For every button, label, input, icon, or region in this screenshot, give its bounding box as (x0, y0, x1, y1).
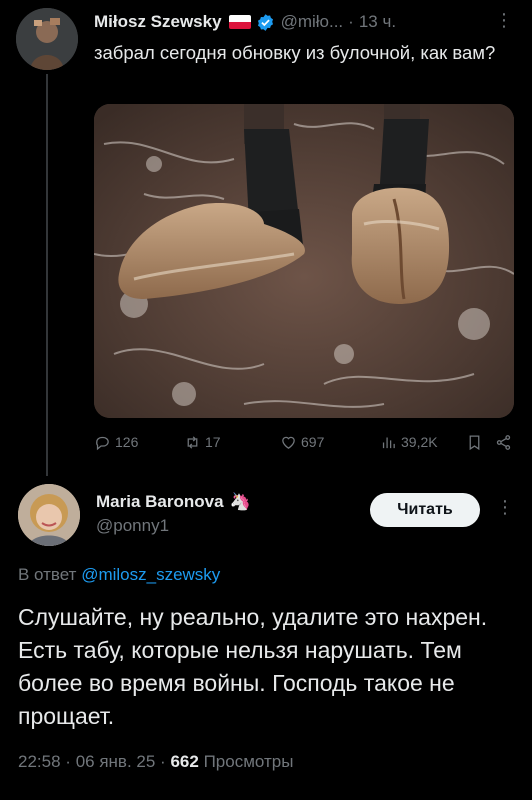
polish-flag-icon (228, 15, 251, 29)
retweet-count: 17 (205, 434, 221, 450)
replying-to-line: В ответ @milosz_szewsky (18, 565, 220, 585)
reply-more-options-icon[interactable]: ⋮ (496, 497, 514, 518)
reply-icon (96, 436, 109, 450)
meta-separator-2: · (160, 752, 166, 771)
reply-views-count: 662 (170, 752, 199, 771)
reply-time[interactable]: 22:58 (18, 752, 61, 771)
views-count: 39,2K (401, 434, 438, 450)
tweet-detail-page: Miłosz Szewsky @miło... · 13 ч. ⋮ забрал… (0, 0, 532, 800)
like-action[interactable]: 697 (280, 434, 350, 451)
tweet-text: забрал сегодня обновку из булочной, как … (94, 42, 496, 63)
unicorn-icon: 🦄 (229, 492, 251, 511)
reply-views-label: Просмотры (203, 752, 294, 771)
replying-to-label: В ответ (18, 565, 77, 584)
reply-count: 126 (115, 434, 139, 450)
share-action[interactable] (495, 434, 512, 451)
tweet-actions-bar: 126 17 697 39,2K (94, 430, 516, 454)
replying-to-mention[interactable]: @milosz_szewsky (81, 565, 220, 584)
author-avatar[interactable] (16, 8, 78, 70)
bookmark-icon (469, 434, 480, 450)
retweet-icon (187, 435, 198, 449)
reply-action[interactable]: 126 (94, 434, 160, 451)
verified-badge-icon (257, 13, 273, 31)
share-icon (496, 434, 511, 450)
reply-author-handle[interactable]: @ponny1 (96, 516, 169, 536)
meta-separator-1: · (65, 752, 71, 771)
views-action[interactable]: 39,2K (380, 434, 460, 451)
reply-meta: 22:58 · 06 янв. 25 · 662 Просмотры (18, 752, 293, 772)
thread-connector-line (46, 74, 48, 476)
follow-button[interactable]: Читать (370, 493, 480, 527)
reply-author-avatar[interactable] (18, 484, 80, 546)
reply-author-name-row[interactable]: Maria Baronova 🦄 (96, 492, 251, 512)
bookmark-action[interactable] (466, 434, 483, 451)
reply-date[interactable]: 06 янв. 25 (76, 752, 156, 771)
retweet-action[interactable]: 17 (184, 434, 248, 451)
reply-text: Слушайте, ну реально, удалите это нахрен… (18, 604, 488, 729)
tweet-header: Miłosz Szewsky @miło... · 13 ч. ⋮ (94, 10, 520, 34)
author-handle[interactable]: @miło... (281, 12, 344, 32)
like-icon (282, 436, 295, 449)
reply-author-name[interactable]: Maria Baronova (96, 492, 224, 512)
header-separator: · (348, 12, 354, 31)
tweet-photo[interactable] (94, 104, 514, 418)
tweet-timestamp[interactable]: 13 ч. (359, 12, 396, 32)
views-icon (382, 437, 395, 448)
author-name[interactable]: Miłosz Szewsky (94, 12, 222, 32)
more-options-icon[interactable]: ⋮ (495, 10, 514, 31)
like-count: 697 (301, 434, 325, 450)
